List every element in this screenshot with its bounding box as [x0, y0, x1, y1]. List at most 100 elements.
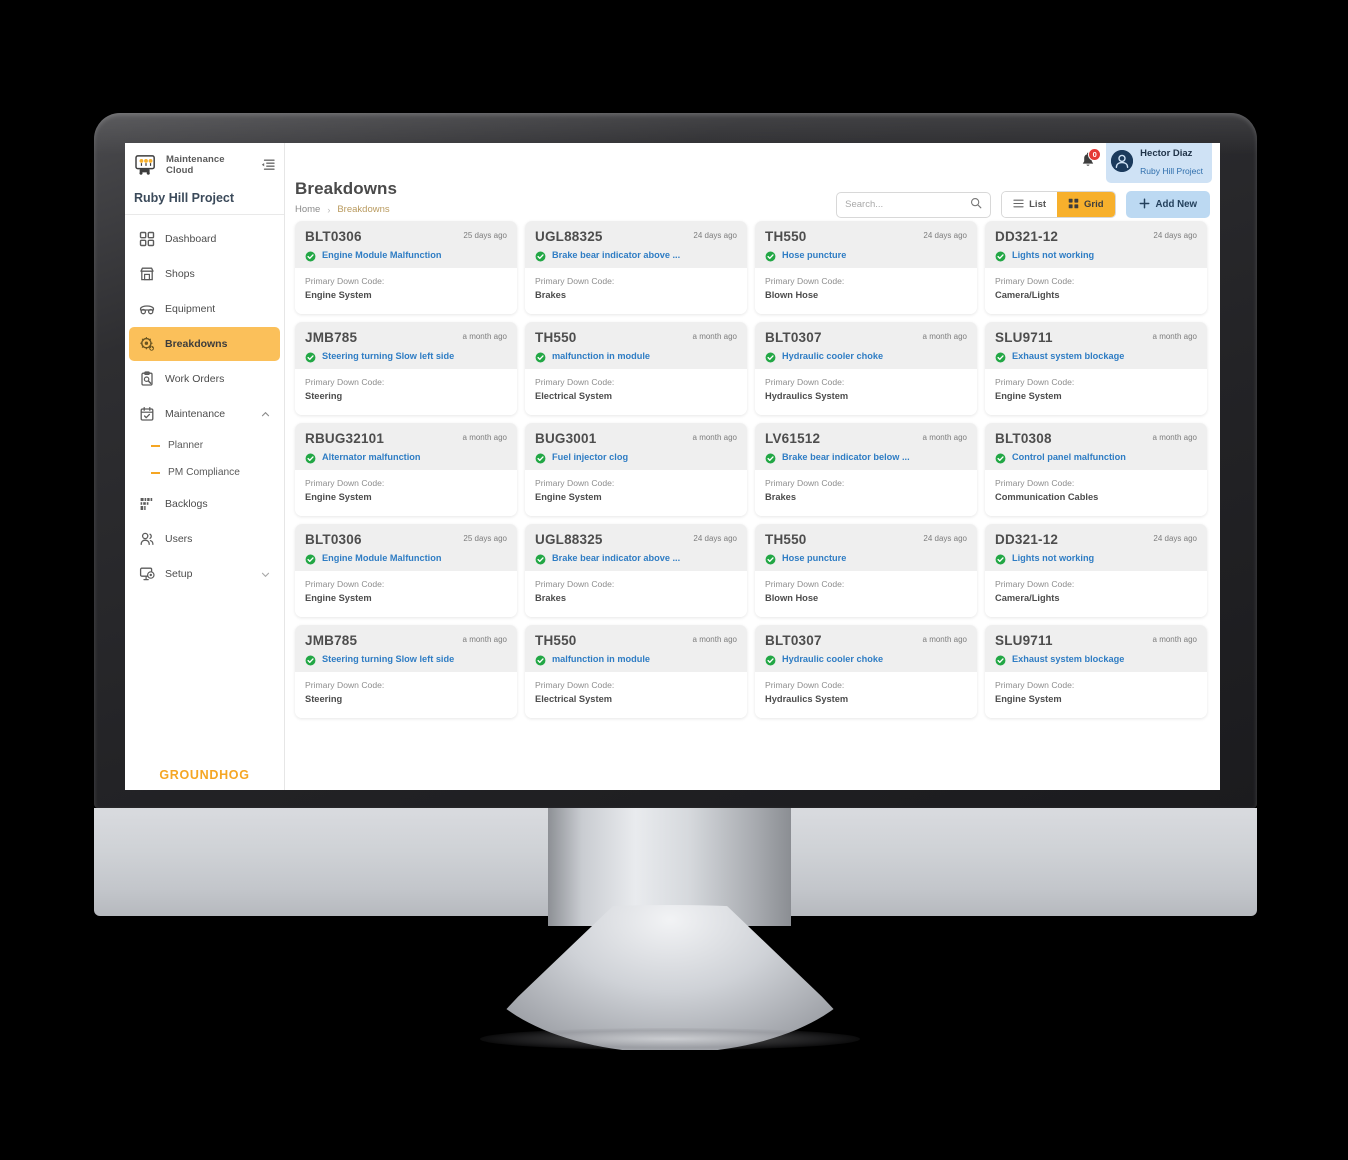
sidebar-item-users[interactable]: Users: [129, 522, 280, 556]
breakdown-card[interactable]: DD321-12 24 days ago Lights not working Pri…: [985, 221, 1207, 314]
breakdown-card[interactable]: BLT0307 a month ago Hydraulic cooler choke…: [755, 625, 977, 718]
breakdown-card[interactable]: LV61512 a month ago Brake bear indicator b…: [755, 423, 977, 516]
sidebar-item-dashboard[interactable]: Dashboard: [129, 222, 280, 256]
sidebar-item-setup[interactable]: Setup: [129, 557, 280, 591]
card-issue-row: Engine Module Malfunction: [305, 249, 507, 262]
primary-down-code-label: Primary Down Code:: [995, 276, 1075, 286]
search-box[interactable]: [836, 191, 992, 218]
card-issue-link[interactable]: Hose puncture: [782, 553, 846, 563]
sidebar-item-maintenance[interactable]: Maintenance: [129, 397, 280, 431]
card-issue-link[interactable]: Hydraulic cooler choke: [782, 654, 883, 664]
main-content: 0 Hector Diaz Ruby Hill Project Breakdow…: [285, 143, 1220, 790]
card-timestamp: 24 days ago: [923, 231, 967, 240]
card-issue-link[interactable]: Hose puncture: [782, 250, 846, 260]
card-issue-link[interactable]: Hydraulic cooler choke: [782, 351, 883, 361]
card-timestamp: a month ago: [462, 635, 507, 644]
check-circle-icon: [765, 451, 776, 464]
card-issue-link[interactable]: Exhaust system blockage: [1012, 654, 1124, 664]
card-header: BLT0307 a month ago Hydraulic cooler choke: [755, 322, 977, 369]
sidebar-item-breakdowns[interactable]: Breakdowns: [129, 327, 280, 361]
card-issue-link[interactable]: Alternator malfunction: [322, 452, 421, 462]
check-circle-icon: [535, 249, 546, 262]
list-view-button[interactable]: List: [1002, 192, 1058, 217]
breakdown-card[interactable]: BLT0307 a month ago Hydraulic cooler choke…: [755, 322, 977, 415]
card-issue-link[interactable]: Steering turning Slow left side: [322, 654, 454, 664]
breakdown-card[interactable]: UGL88325 24 days ago Brake bear indicator …: [525, 524, 747, 617]
card-body: Primary Down Code: Camera/Lights: [985, 571, 1207, 617]
sidebar-subitem-planner[interactable]: Planner: [125, 432, 284, 459]
breakdown-card[interactable]: TH550 24 days ago Hose puncture Primary Dow…: [755, 524, 977, 617]
primary-down-code-label: Primary Down Code:: [535, 579, 615, 589]
card-issue-link[interactable]: Brake bear indicator above ...: [552, 553, 680, 563]
calendar-icon: [139, 406, 155, 422]
card-issue-link[interactable]: Lights not working: [1012, 250, 1094, 260]
sidebar-item-backlogs[interactable]: Backlogs: [129, 487, 280, 521]
sidebar-item-equipment[interactable]: Equipment: [129, 292, 280, 326]
check-circle-icon: [305, 249, 316, 262]
sidebar-item-label: Backlogs: [165, 498, 208, 510]
primary-down-code-value: Electrical System: [535, 391, 613, 401]
breakdown-card[interactable]: BLT0308 a month ago Control panel malfunct…: [985, 423, 1207, 516]
search-icon[interactable]: [970, 196, 982, 214]
primary-down-code-value: Engine System: [305, 593, 372, 603]
user-info: Hector Diaz Ruby Hill Project: [1140, 143, 1203, 179]
sidebar-item-work-orders[interactable]: Work Orders: [129, 362, 280, 396]
monitor-screen: Maintenance Cloud Ruby Hill Project Dash…: [125, 143, 1220, 790]
grid-view-button[interactable]: Grid: [1057, 192, 1115, 217]
notifications-button[interactable]: 0: [1080, 148, 1102, 170]
card-issue-row: Exhaust system blockage: [995, 350, 1197, 363]
breakdown-card[interactable]: BLT0306 25 days ago Engine Module Malfunct…: [295, 221, 517, 314]
sidebar-item-label: Equipment: [165, 303, 216, 315]
card-issue-link[interactable]: Steering turning Slow left side: [322, 351, 454, 361]
breakdown-card[interactable]: BUG3001 a month ago Fuel injector clog Prim…: [525, 423, 747, 516]
card-body: Primary Down Code: Steering: [295, 672, 517, 718]
breakdown-card[interactable]: BLT0306 25 days ago Engine Module Malfunct…: [295, 524, 517, 617]
primary-down-code-value: Engine System: [995, 694, 1062, 704]
user-profile-chip[interactable]: Hector Diaz Ruby Hill Project: [1106, 143, 1212, 183]
breadcrumb-current[interactable]: Breakdowns: [337, 204, 389, 215]
card-issue-link[interactable]: Fuel injector clog: [552, 452, 628, 462]
card-issue-link[interactable]: malfunction in module: [552, 351, 650, 361]
breakdown-card[interactable]: JMB785 a month ago Steering turning Slow l…: [295, 625, 517, 718]
sidebar-subitem-pm-compliance[interactable]: PM Compliance: [125, 459, 284, 486]
card-issue-link[interactable]: Brake bear indicator below ...: [782, 452, 910, 462]
breakdown-card[interactable]: UGL88325 24 days ago Brake bear indicator …: [525, 221, 747, 314]
breakdown-card[interactable]: JMB785 a month ago Steering turning Slow l…: [295, 322, 517, 415]
breakdown-card[interactable]: TH550 a month ago malfunction in module Pri…: [525, 322, 747, 415]
user-project: Ruby Hill Project: [1140, 166, 1203, 176]
card-issue-link[interactable]: Lights not working: [1012, 553, 1094, 563]
card-issue-row: Steering turning Slow left side: [305, 653, 507, 666]
chevron-up-icon[interactable]: [261, 410, 270, 419]
card-issue-link[interactable]: malfunction in module: [552, 654, 650, 664]
add-new-button[interactable]: Add New: [1125, 191, 1210, 218]
card-header: UGL88325 24 days ago Brake bear indicator …: [525, 524, 747, 571]
breakdown-card[interactable]: SLU9711 a month ago Exhaust system blockag…: [985, 322, 1207, 415]
card-issue-link[interactable]: Engine Module Malfunction: [322, 250, 441, 260]
card-body: Primary Down Code: Engine System: [295, 268, 517, 314]
check-circle-icon: [305, 451, 316, 464]
top-bar: 0 Hector Diaz Ruby Hill Project: [285, 143, 1220, 183]
chevron-down-icon[interactable]: [261, 570, 270, 579]
check-circle-icon: [995, 451, 1006, 464]
breakdown-card[interactable]: RBUG32101 a month ago Alternator malfuncti…: [295, 423, 517, 516]
card-body: Primary Down Code: Brakes: [525, 268, 747, 314]
card-issue-link[interactable]: Control panel malfunction: [1012, 452, 1126, 462]
breakdown-card[interactable]: DD321-12 24 days ago Lights not working Pri…: [985, 524, 1207, 617]
search-input[interactable]: [845, 199, 971, 210]
card-issue-link[interactable]: Exhaust system blockage: [1012, 351, 1124, 361]
card-body: Primary Down Code: Communication Cables: [985, 470, 1207, 516]
primary-down-code-value: Hydraulics System: [765, 694, 849, 704]
cards-scroll-area[interactable]: BLT0306 25 days ago Engine Module Malfunct…: [285, 215, 1220, 790]
sidebar-item-label: Dashboard: [165, 233, 217, 245]
card-issue-link[interactable]: Brake bear indicator above ...: [552, 250, 680, 260]
card-issue-link[interactable]: Engine Module Malfunction: [322, 553, 441, 563]
breakdown-card[interactable]: SLU9711 a month ago Exhaust system blockag…: [985, 625, 1207, 718]
breadcrumb-home[interactable]: Home: [295, 204, 320, 215]
breakdown-card[interactable]: TH550 24 days ago Hose puncture Primary Dow…: [755, 221, 977, 314]
card-timestamp: a month ago: [692, 635, 737, 644]
sidebar-item-shops[interactable]: Shops: [129, 257, 280, 291]
collapse-sidebar-icon[interactable]: [260, 157, 276, 173]
check-circle-icon: [995, 249, 1006, 262]
breakdown-card[interactable]: TH550 a month ago malfunction in module Pri…: [525, 625, 747, 718]
check-circle-icon: [765, 350, 776, 363]
